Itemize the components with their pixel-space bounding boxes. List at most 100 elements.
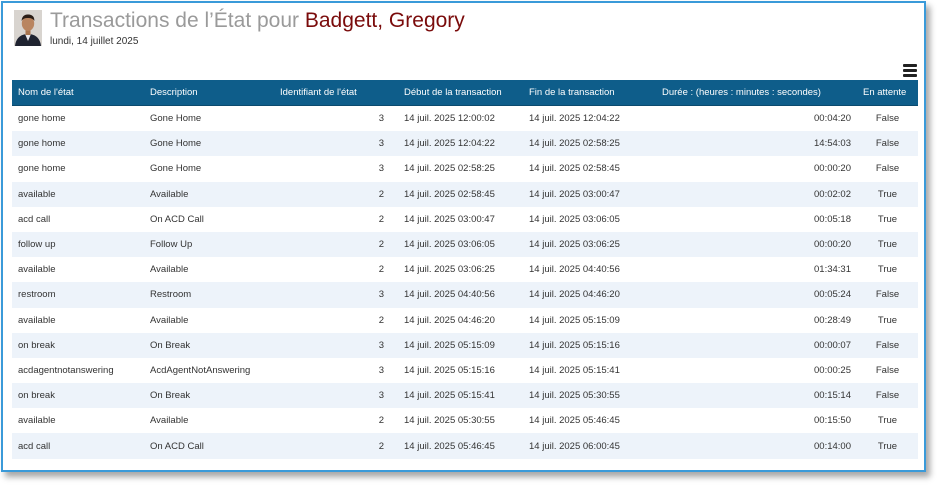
table-row[interactable]: available Available 2 14 juil. 2025 05:30:5… xyxy=(12,408,918,434)
cell-duration: 14:54:03 xyxy=(814,138,851,150)
cell-pending: True xyxy=(877,415,898,427)
cell-state-name: follow up xyxy=(18,239,56,251)
hamburger-menu-icon[interactable] xyxy=(903,64,917,77)
cell-start: 14 juil. 2025 03:06:05 xyxy=(404,239,495,251)
cell-end: 14 juil. 2025 12:04:22 xyxy=(529,113,620,125)
cell-state-id: 3 xyxy=(378,289,384,301)
cell-state-id: 3 xyxy=(378,113,384,125)
table-row[interactable]: on break On Break 3 14 juil. 2025 05:15:41 1… xyxy=(12,383,918,409)
table-row[interactable]: on break On Break 3 14 juil. 2025 05:15:09 1… xyxy=(12,332,918,358)
table-row[interactable]: available Available 2 14 juil. 2025 04:46:2… xyxy=(12,307,918,333)
cell-end: 14 juil. 2025 04:46:20 xyxy=(529,289,620,301)
cell-duration: 00:15:50 xyxy=(814,415,851,427)
cell-description: AcdAgentNotAnswering xyxy=(150,364,251,376)
cell-start: 14 juil. 2025 03:00:47 xyxy=(404,213,495,225)
cell-state-name: gone home xyxy=(18,113,66,125)
cell-state-name: available xyxy=(18,264,56,276)
cell-state-name: acd call xyxy=(18,440,51,452)
cell-state-name: on break xyxy=(18,390,55,402)
cell-duration: 00:00:20 xyxy=(814,239,851,251)
cell-duration: 00:02:02 xyxy=(814,188,851,200)
cell-state-id: 2 xyxy=(378,264,384,276)
cell-end: 14 juil. 2025 05:30:55 xyxy=(529,390,620,402)
cell-end: 14 juil. 2025 05:15:09 xyxy=(529,314,620,326)
cell-duration: 00:14:00 xyxy=(814,440,851,452)
cell-start: 14 juil. 2025 05:15:09 xyxy=(404,339,495,351)
cell-duration: 01:34:31 xyxy=(814,264,851,276)
cell-state-id: 2 xyxy=(378,239,384,251)
cell-description: Gone Home xyxy=(150,163,202,175)
cell-description: On Break xyxy=(150,390,191,402)
table-row[interactable]: gone home Gone Home 3 14 juil. 2025 02:58:2… xyxy=(12,156,918,182)
cell-description: On ACD Call xyxy=(150,213,204,225)
table-row[interactable]: follow up Follow Up 2 14 juil. 2025 03:06:0… xyxy=(12,231,918,258)
cell-state-id: 2 xyxy=(378,188,384,200)
table-row[interactable]: acd call On ACD Call 2 14 juil. 2025 05:46:… xyxy=(12,433,918,459)
cell-state-name: gone home xyxy=(18,163,66,175)
cell-state-id: 2 xyxy=(378,440,384,452)
cell-duration: 00:00:25 xyxy=(814,364,851,376)
cell-state-name: available xyxy=(18,314,56,326)
cell-pending: False xyxy=(875,113,900,125)
cell-pending: False xyxy=(875,138,900,150)
cell-start: 14 juil. 2025 05:30:55 xyxy=(404,415,495,427)
cell-pending: True xyxy=(877,264,898,276)
cell-start: 14 juil. 2025 12:04:22 xyxy=(404,138,495,150)
table-row[interactable]: available Available 2 14 juil. 2025 03:06:2… xyxy=(12,257,918,283)
column-header-start[interactable]: Début de la transaction xyxy=(390,80,523,106)
cell-start: 14 juil. 2025 05:15:16 xyxy=(404,364,495,376)
cell-description: Available xyxy=(150,415,189,427)
table-row[interactable]: gone home Gone Home 3 14 juil. 2025 12:00:0… xyxy=(12,105,918,132)
cell-state-id: 3 xyxy=(378,339,384,351)
cell-state-name: restroom xyxy=(18,289,56,301)
table-header-row: Nom de l'état Description Identifiant de… xyxy=(12,80,918,106)
cell-end: 14 juil. 2025 04:40:56 xyxy=(529,264,620,276)
cell-description: Restroom xyxy=(150,289,192,301)
cell-pending: True xyxy=(877,440,898,452)
cell-state-id: 2 xyxy=(378,213,384,225)
cell-state-name: acd call xyxy=(18,213,51,225)
cell-start: 14 juil. 2025 03:06:25 xyxy=(404,264,495,276)
cell-duration: 00:00:07 xyxy=(814,339,851,351)
cell-end: 14 juil. 2025 06:00:45 xyxy=(529,440,620,452)
cell-end: 14 juil. 2025 03:06:25 xyxy=(529,239,620,251)
cell-state-id: 2 xyxy=(378,415,384,427)
cell-duration: 00:15:14 xyxy=(814,390,851,402)
table-row[interactable]: available Available 2 14 juil. 2025 02:58:4… xyxy=(12,181,918,207)
cell-start: 14 juil. 2025 02:58:45 xyxy=(404,188,495,200)
table-row[interactable]: acdagentnotanswering AcdAgentNotAnswering… xyxy=(12,357,918,384)
cell-end: 14 juil. 2025 05:46:45 xyxy=(529,415,620,427)
column-header-description[interactable]: Description xyxy=(144,80,274,106)
cell-state-id: 3 xyxy=(378,138,384,150)
cell-description: Follow Up xyxy=(150,239,193,251)
column-header-pending[interactable]: En attente xyxy=(857,80,918,106)
cell-duration: 00:05:18 xyxy=(814,213,851,225)
cell-duration: 00:28:49 xyxy=(814,314,851,326)
agent-name: Badgett, Gregory xyxy=(304,9,465,32)
column-header-end[interactable]: Fin de la transaction xyxy=(523,80,656,106)
column-header-duration[interactable]: Durée : (heures : minutes : secondes) xyxy=(656,80,857,106)
cell-duration: 00:04:20 xyxy=(814,113,851,125)
cell-end: 14 juil. 2025 02:58:45 xyxy=(529,163,620,175)
table-row[interactable]: acd call On ACD Call 2 14 juil. 2025 03:00:… xyxy=(12,206,918,232)
cell-start: 14 juil. 2025 02:58:25 xyxy=(404,163,495,175)
cell-start: 14 juil. 2025 05:15:41 xyxy=(404,390,495,402)
cell-end: 14 juil. 2025 03:06:05 xyxy=(529,213,620,225)
cell-pending: False xyxy=(875,364,900,376)
column-header-state-name[interactable]: Nom de l'état xyxy=(12,80,144,106)
cell-description: On Break xyxy=(150,339,191,351)
table-row[interactable]: gone home Gone Home 3 14 juil. 2025 12:04:2… xyxy=(12,131,918,157)
cell-end: 14 juil. 2025 03:00:47 xyxy=(529,188,620,200)
state-transactions-table: Nom de l'état Description Identifiant de… xyxy=(12,80,918,459)
avatar xyxy=(14,10,42,46)
cell-state-name: available xyxy=(18,188,56,200)
cell-pending: False xyxy=(875,339,900,351)
cell-description: Available xyxy=(150,188,189,200)
cell-description: On ACD Call xyxy=(150,440,204,452)
page-title: Transactions de l’État pour Badgett, Gre… xyxy=(50,8,465,34)
cell-end: 14 juil. 2025 05:15:16 xyxy=(529,339,620,351)
cell-pending: False xyxy=(875,289,900,301)
page-title-prefix: Transactions de l’État pour xyxy=(50,9,300,32)
column-header-state-id[interactable]: Identifiant de l'état xyxy=(274,80,390,106)
table-row[interactable]: restroom Restroom 3 14 juil. 2025 04:40:56 1… xyxy=(12,282,918,308)
